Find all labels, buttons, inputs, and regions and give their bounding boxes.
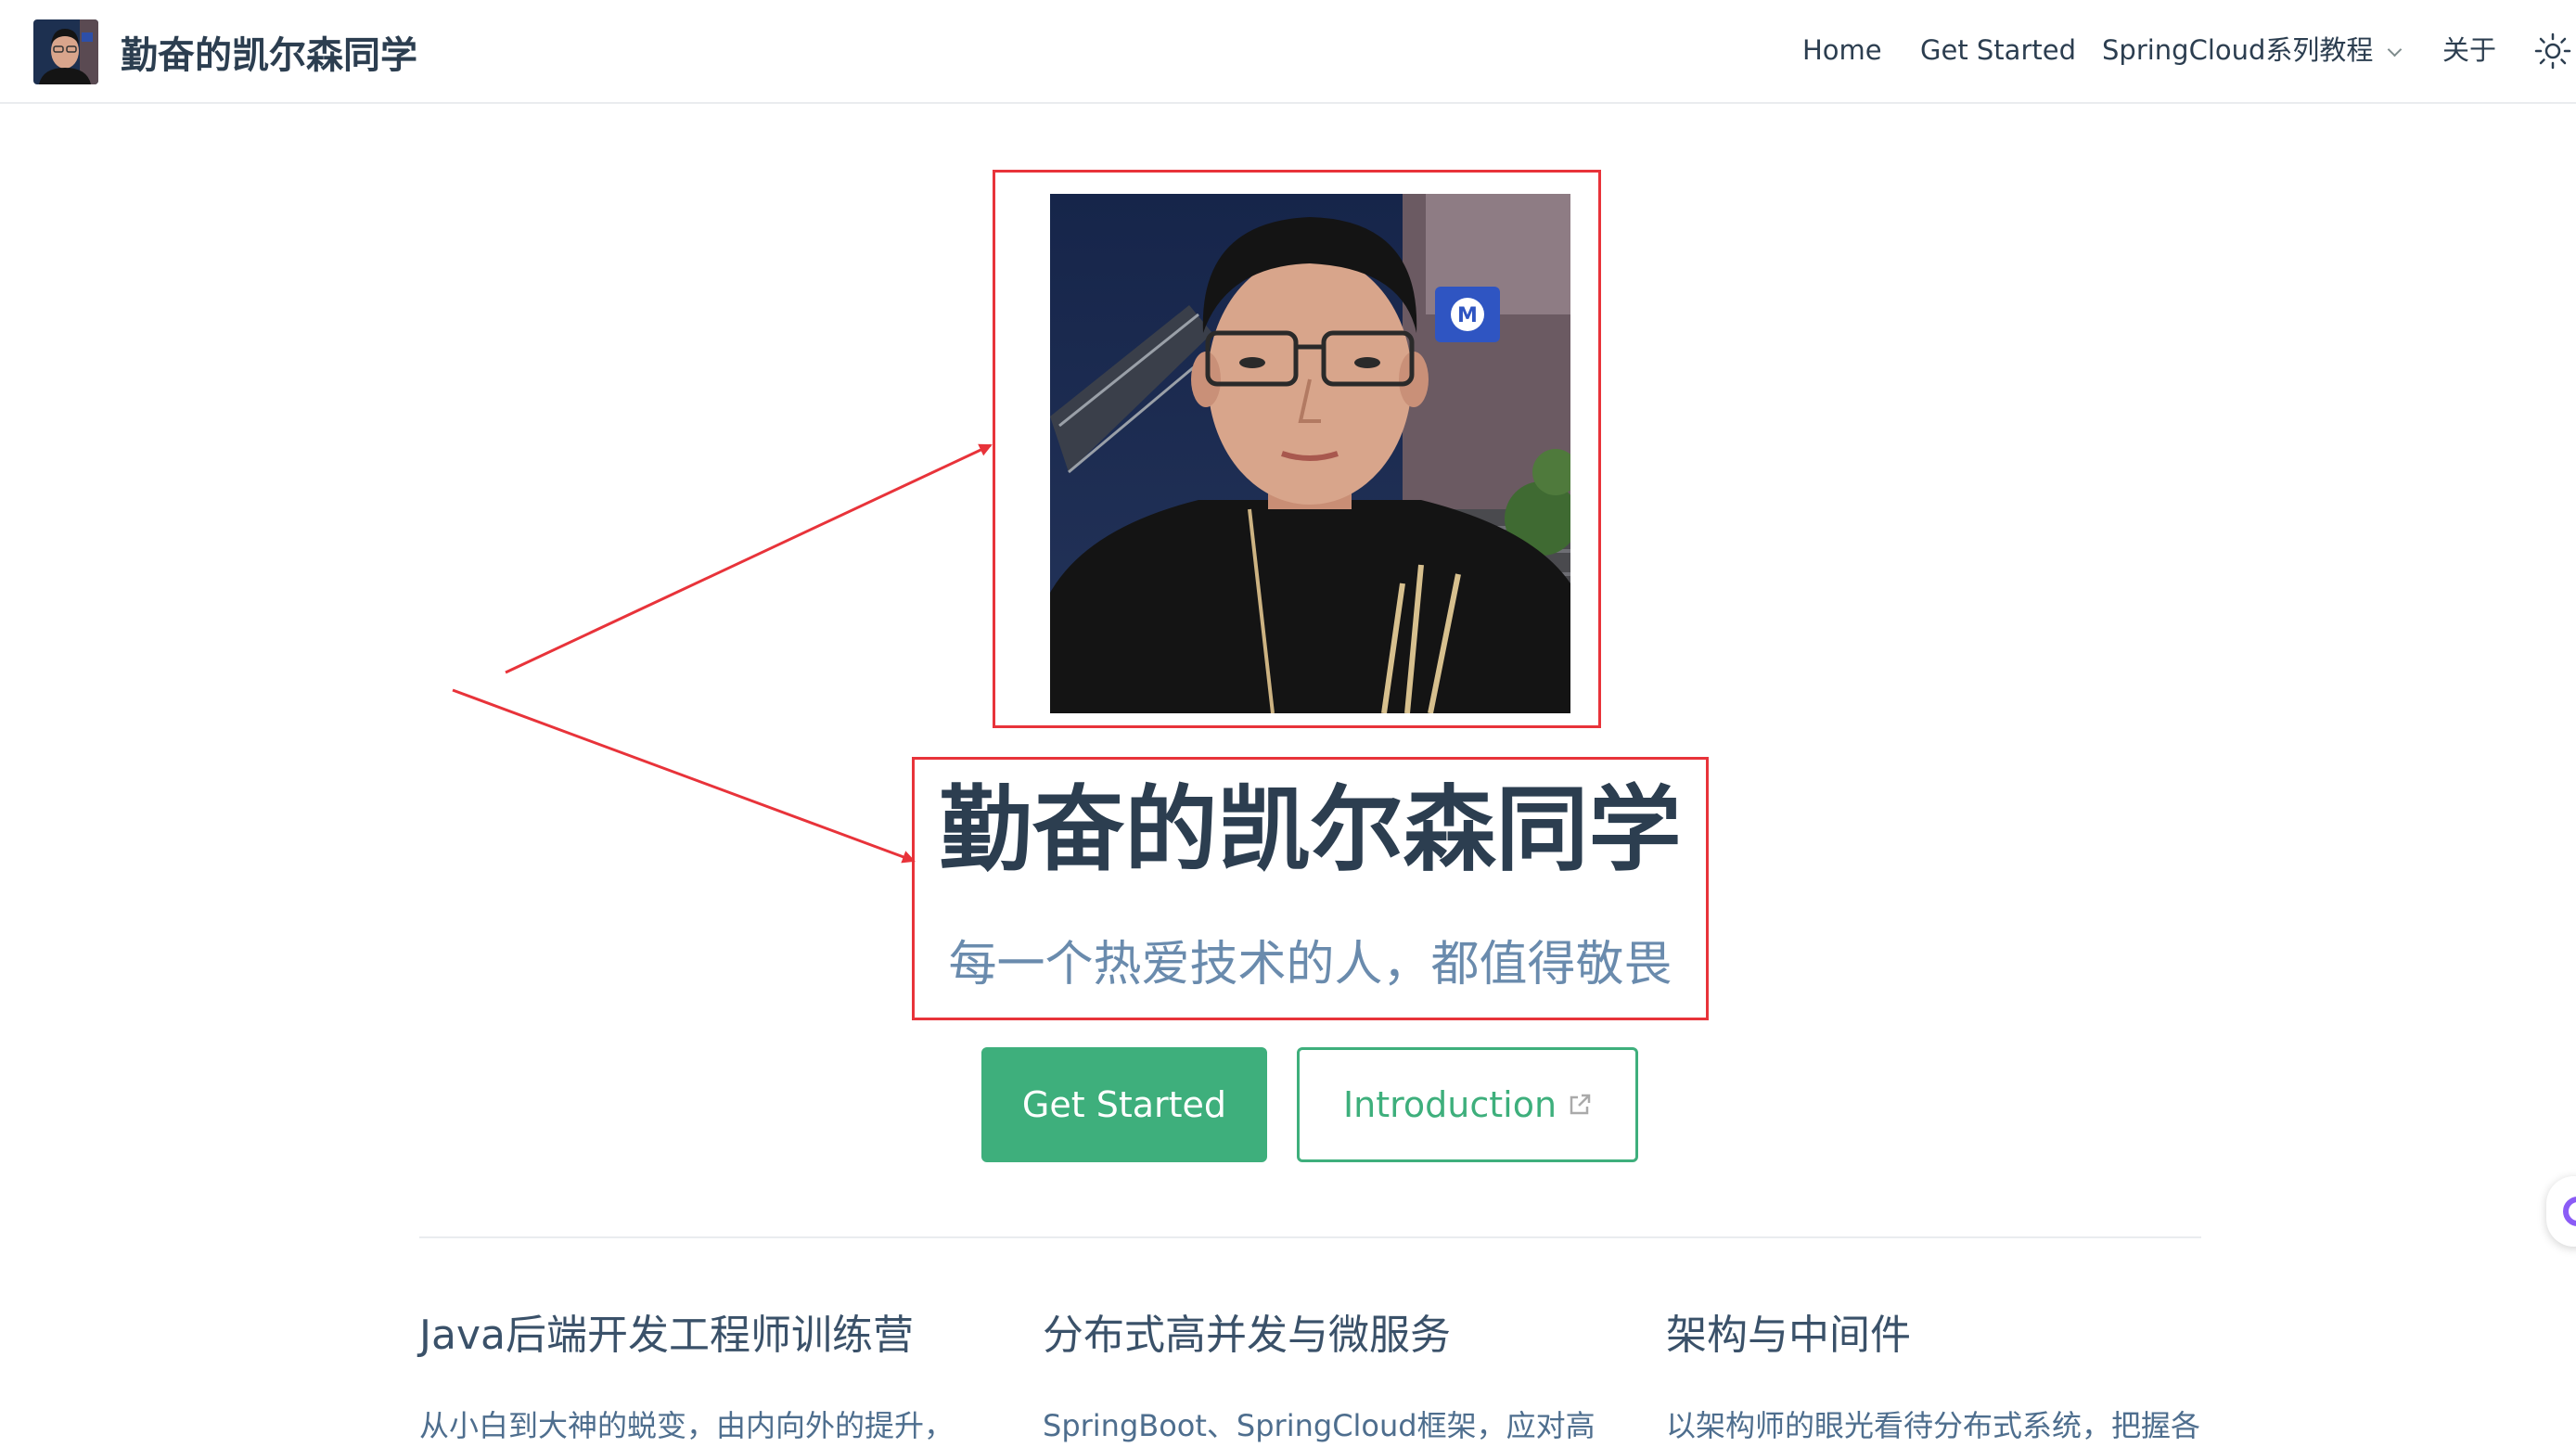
feature-item: Java后端开发工程师训练营 从小白到大神的蜕变，由内向外的提升，: [419, 1303, 994, 1447]
hero-title: 勤奋的凯尔森同学: [939, 775, 1682, 884]
feature-item: 分布式高并发与微服务 SpringBoot、SpringCloud框架，应对高: [1043, 1303, 1618, 1447]
feature-details: SpringBoot、SpringCloud框架，应对高: [1043, 1408, 1596, 1443]
get-started-button[interactable]: Get Started: [981, 1047, 1267, 1162]
theme-toggle-button[interactable]: [2534, 32, 2571, 79]
feature-item: 架构与中间件 以架构师的眼光看待分布式系统，把握各: [1666, 1303, 2241, 1447]
hero-description: 每一个热爱技术的人，都值得敬畏: [948, 937, 1672, 992]
nav-about[interactable]: 关于: [2442, 32, 2496, 69]
introduction-button[interactable]: Introduction: [1297, 1047, 1638, 1162]
site-name: 勤奋的凯尔森同学: [121, 34, 417, 77]
nav-springcloud-label: SpringCloud系列教程: [2102, 34, 2374, 66]
feature-title: 架构与中间件: [1666, 1312, 1911, 1359]
feature-details: 以架构师的眼光看待分布式系统，把握各: [1666, 1408, 2201, 1443]
feature-details: 从小白到大神的蜕变，由内向外的提升，: [419, 1408, 955, 1443]
nav-springcloud-dropdown[interactable]: SpringCloud系列教程: [2102, 32, 2403, 69]
feature-title: 分布式高并发与微服务: [1043, 1312, 1451, 1359]
navbar: 勤奋的凯尔森同学 Home Get Started SpringCloud系列教…: [0, 0, 2576, 104]
external-link-icon: [1570, 1094, 1591, 1114]
arrow-to-photo: [505, 443, 993, 674]
nav-get-started[interactable]: Get Started: [1920, 32, 2076, 69]
feature-title: Java后端开发工程师训练营: [419, 1312, 914, 1359]
features-divider: [419, 1236, 2201, 1238]
sun-icon: [2534, 32, 2571, 70]
svg-text:M: M: [1457, 304, 1478, 327]
arrow-to-title: [452, 688, 916, 864]
hero-image: M: [1050, 194, 1570, 713]
avatar-logo: [33, 19, 98, 84]
chevron-down-icon: [2388, 42, 2403, 58]
widget-icon: [2563, 1197, 2576, 1226]
floating-widget-button[interactable]: [2546, 1176, 2576, 1247]
home-link[interactable]: 勤奋的凯尔森同学: [33, 19, 417, 85]
nav-home[interactable]: Home: [1802, 32, 1882, 69]
introduction-label: Introduction: [1342, 1084, 1557, 1125]
